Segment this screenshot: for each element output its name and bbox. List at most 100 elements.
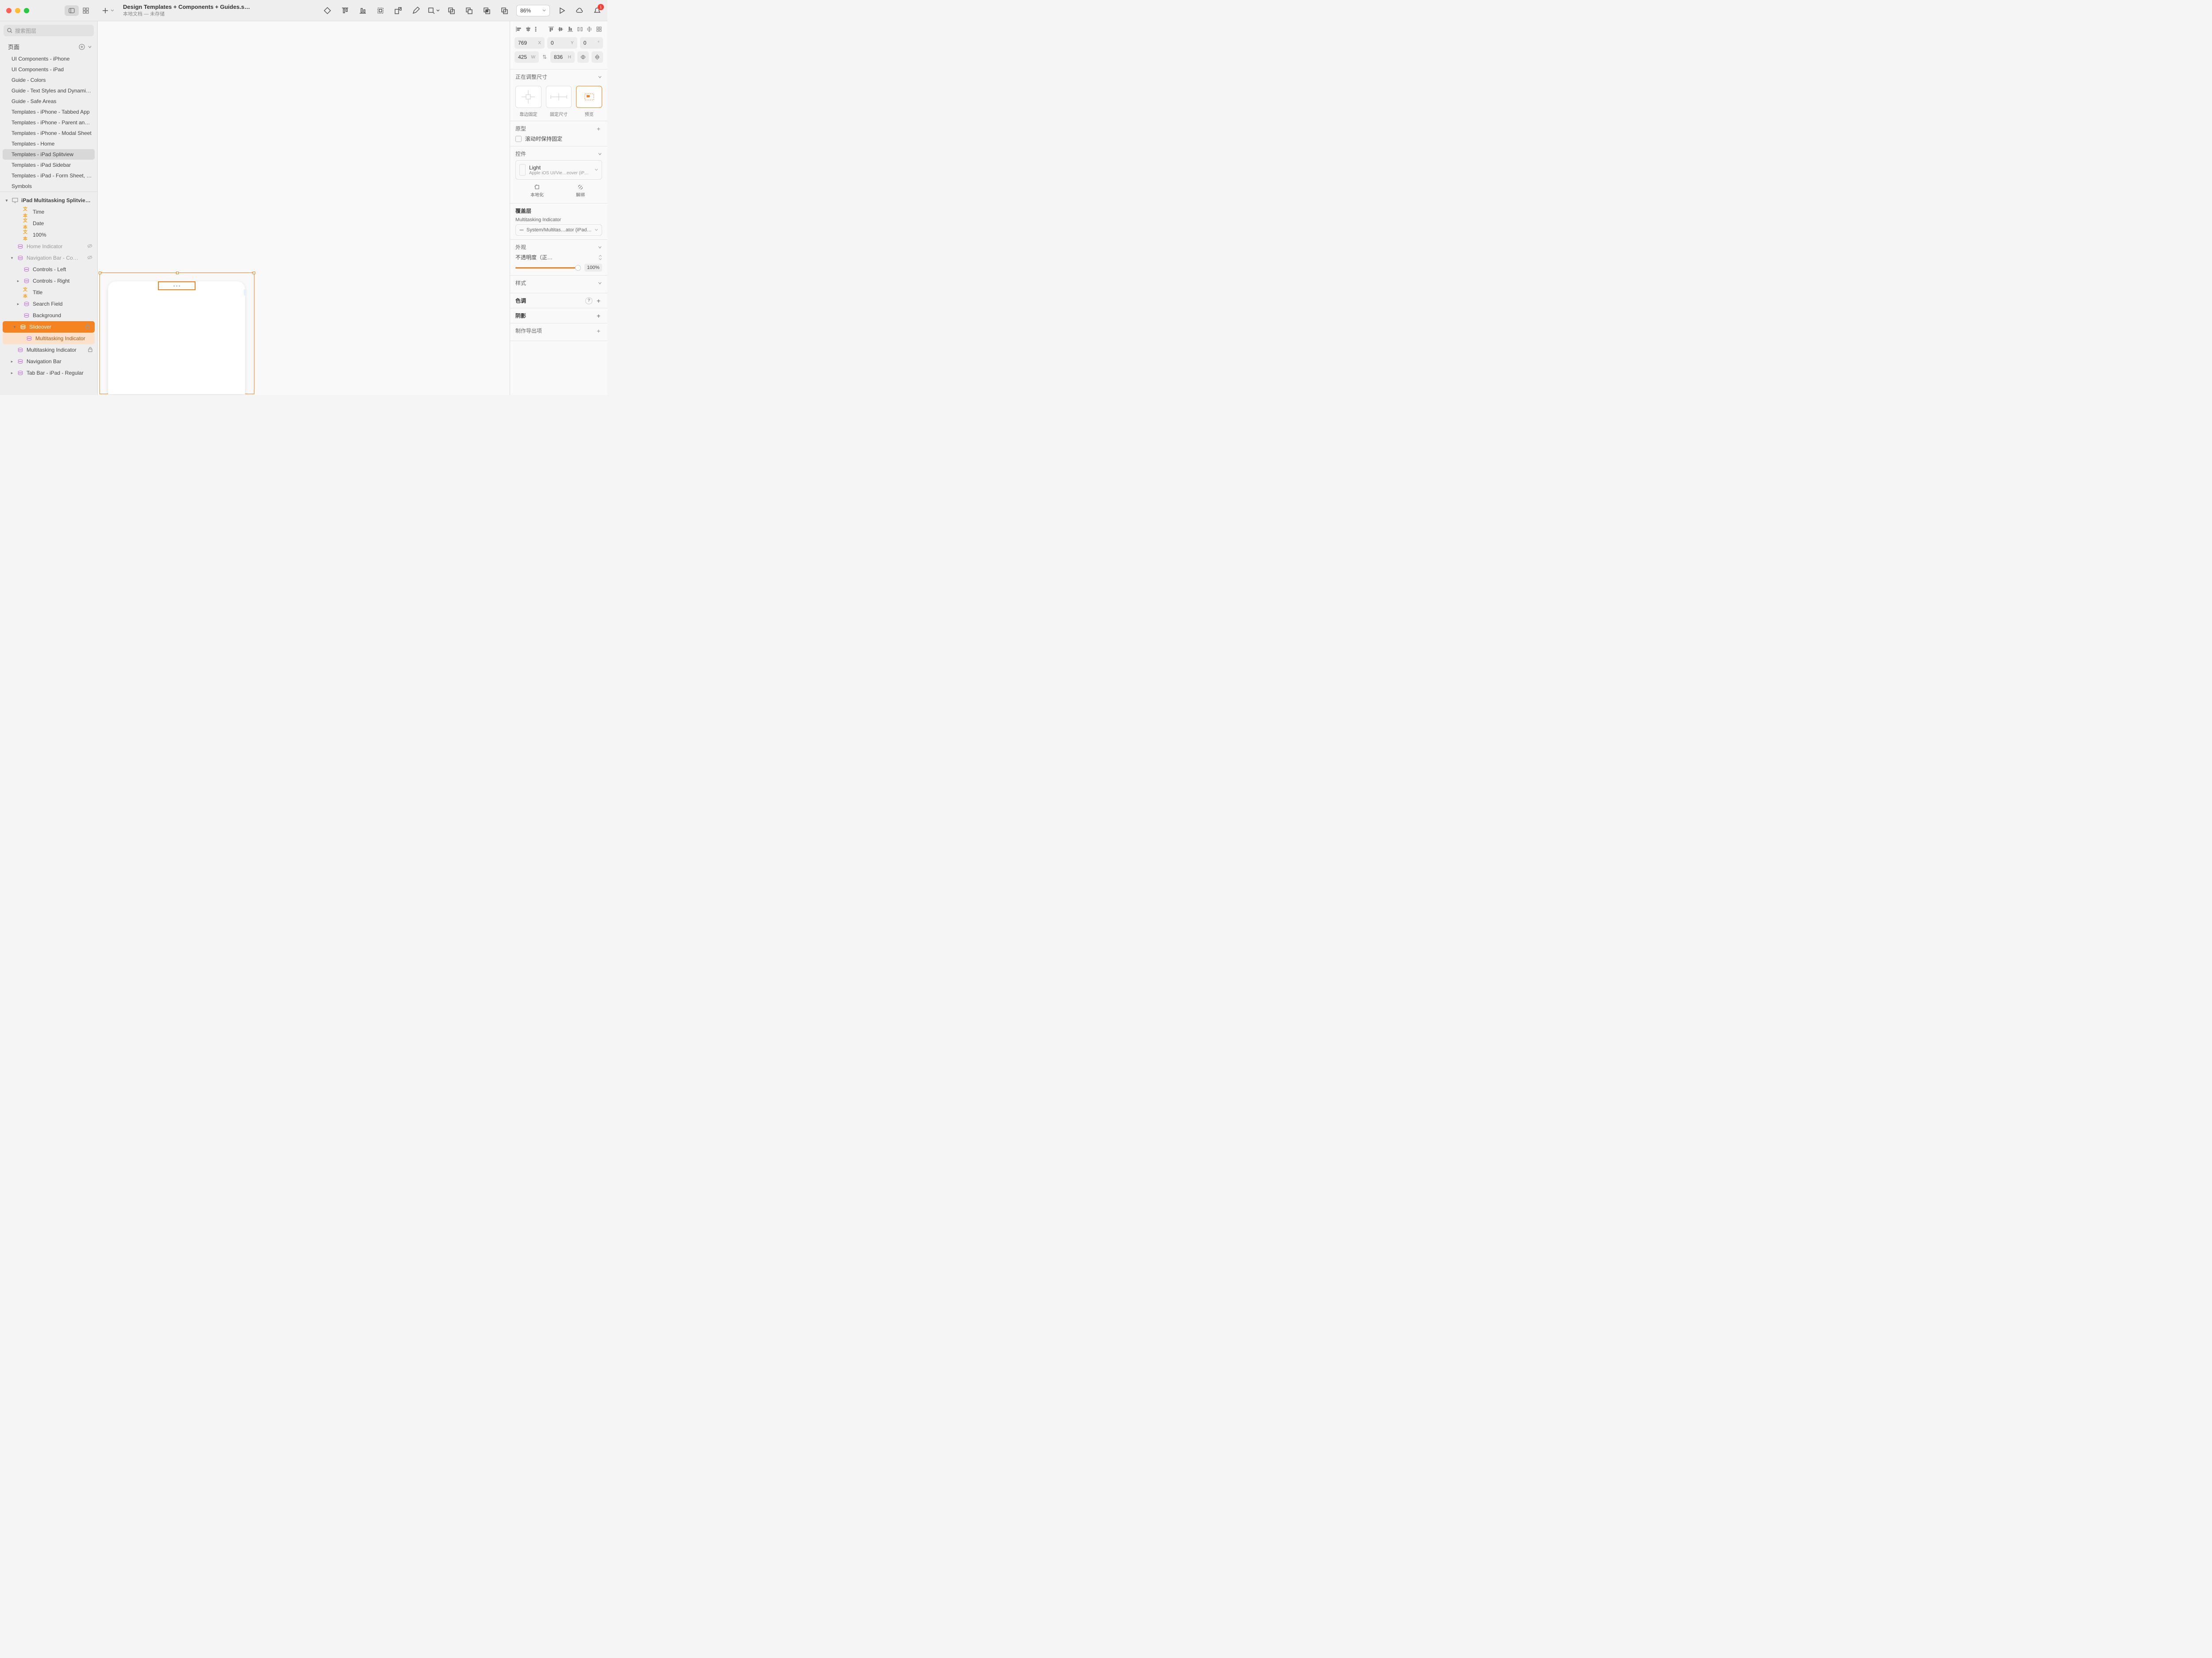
create-symbol-icon[interactable] [322, 5, 333, 16]
distribute-v-icon[interactable] [586, 25, 594, 34]
add-prototype-icon[interactable]: + [595, 125, 602, 132]
page-item[interactable]: Symbols [0, 181, 97, 192]
layer-row[interactable]: ▾Navigation Bar - Co… [0, 252, 97, 264]
fullscreen-window[interactable] [24, 8, 29, 13]
override-name: Multitasking Indicator [515, 217, 602, 223]
flip-v-icon[interactable] [591, 51, 603, 63]
align-vcenter-icon[interactable] [557, 25, 565, 34]
localize-button[interactable]: 本地化 [515, 182, 559, 200]
search-placeholder: 搜索图层 [15, 27, 36, 35]
preview-icon[interactable] [556, 5, 568, 16]
left-sidebar: 搜索图层 页面 UI Components - iPhoneUI Compone… [0, 21, 97, 395]
h-input[interactable]: 836H [550, 51, 575, 63]
page-item[interactable]: Guide - Text Styles and Dynamic… [0, 85, 97, 96]
align-left-icon[interactable] [515, 25, 522, 34]
page-item[interactable]: Templates - iPad Sidebar [0, 160, 97, 170]
zoom-select[interactable]: 86% [516, 5, 550, 16]
canvas[interactable] [97, 21, 510, 395]
layer-row[interactable]: 文本Time [0, 206, 97, 218]
w-input[interactable]: 425W [515, 51, 539, 63]
page-item[interactable]: UI Components - iPad [0, 64, 97, 75]
layer-row[interactable]: 文本Title [0, 287, 97, 298]
close-window[interactable] [6, 8, 12, 13]
x-input[interactable]: 769X [515, 37, 545, 49]
collapse-pages-icon[interactable] [88, 45, 92, 49]
layer-row[interactable]: Background [0, 310, 97, 321]
add-tint-icon[interactable]: + [595, 297, 602, 304]
union-icon[interactable] [445, 5, 457, 16]
align-bottom-icon2[interactable] [566, 25, 574, 34]
flip-h-icon[interactable] [577, 51, 589, 63]
align-bottom-icon[interactable] [357, 5, 369, 16]
sidebar-components-toggle[interactable] [79, 5, 93, 16]
add-shadow-icon[interactable]: + [595, 312, 602, 319]
layer-row[interactable]: Controls - Left [0, 264, 97, 275]
opacity-slider[interactable] [515, 267, 581, 269]
page-item[interactable]: Templates - Home [0, 138, 97, 149]
overrides-header: 覆盖层 [515, 207, 602, 215]
y-input[interactable]: 0Y [547, 37, 577, 49]
page-item[interactable]: Templates - iPad - Form Sheet, Pa… [0, 170, 97, 181]
minimize-window[interactable] [15, 8, 20, 13]
preview-card[interactable] [576, 86, 602, 108]
layer-row[interactable]: ▸Tab Bar - iPad - Regular [0, 367, 97, 379]
edit-icon[interactable] [410, 5, 422, 16]
layer-row[interactable]: ▸Search Field [0, 298, 97, 310]
page-item[interactable]: Templates - iPhone - Tabbed App [0, 107, 97, 117]
fix-on-scroll-checkbox[interactable]: 滚动时保持固定 [515, 135, 602, 142]
document-title-block[interactable]: Design Templates + Components + Guides.s… [123, 4, 251, 17]
page-item[interactable]: Guide - Colors [0, 75, 97, 85]
window-controls[interactable] [0, 8, 29, 13]
override-value-select[interactable]: System/Multitas…ator (iPad)/Light [515, 224, 602, 236]
align-top-icon2[interactable] [547, 25, 555, 34]
insert-button[interactable] [102, 7, 114, 14]
artboard-header[interactable]: ▾ iPad Multitasking Splitvie… [0, 195, 97, 206]
intersect-icon[interactable] [481, 5, 492, 16]
difference-icon[interactable] [499, 5, 510, 16]
pin-edges-card[interactable] [515, 86, 541, 108]
align-hcenter-icon[interactable] [524, 25, 532, 34]
page-item[interactable]: Templates - iPhone - Modal Sheet [0, 128, 97, 138]
add-page-icon[interactable] [79, 44, 85, 50]
page-item[interactable]: Guide - Safe Areas [0, 96, 97, 107]
notifications-icon[interactable]: 1 [591, 5, 603, 16]
layer-row[interactable]: ▾Slideover [3, 321, 95, 333]
layer-row[interactable]: ▸Controls - Right [0, 275, 97, 287]
layer-row[interactable]: ▸Navigation Bar [0, 356, 97, 367]
layer-row[interactable]: Multitasking Indicator [0, 344, 97, 356]
crop-dropdown-icon[interactable] [428, 5, 439, 16]
blend-mode-stepper[interactable] [599, 255, 602, 260]
group-icon[interactable] [375, 5, 386, 16]
styles-header: 样式 [515, 279, 526, 287]
page-item[interactable]: Templates - iPhone - Parent and… [0, 117, 97, 128]
export-header: 制作导出项 [515, 327, 542, 334]
pages-list: UI Components - iPhoneUI Components - iP… [0, 54, 97, 192]
scale-icon[interactable] [392, 5, 404, 16]
slideover-artboard[interactable] [108, 281, 245, 394]
layer-row[interactable]: 文本100% [0, 229, 97, 241]
layer-row[interactable]: 文本Date [0, 218, 97, 229]
link-wh-icon[interactable]: ⇅ [541, 51, 548, 63]
titlebar: Design Templates + Components + Guides.s… [0, 0, 607, 21]
align-top-icon[interactable] [339, 5, 351, 16]
tidy-icon[interactable] [595, 25, 603, 34]
align-right-icon[interactable] [534, 25, 541, 34]
cloud-icon[interactable] [574, 5, 585, 16]
page-item[interactable]: UI Components - iPhone [0, 54, 97, 64]
rotation-input[interactable]: 0° [580, 37, 603, 49]
page-item[interactable]: Templates - iPad Splitview [3, 149, 95, 160]
layer-row[interactable]: Multitasking Indicator [3, 333, 95, 344]
add-export-icon[interactable]: + [595, 327, 602, 334]
distribute-h-icon[interactable] [576, 25, 584, 34]
sidebar-layers-toggle[interactable] [65, 5, 79, 16]
subtract-icon[interactable] [463, 5, 475, 16]
shadow-header: 阴影 [515, 312, 526, 319]
layer-row[interactable]: Home Indicator [0, 241, 97, 252]
layer-search[interactable]: 搜索图层 [4, 25, 94, 36]
unbind-button[interactable]: 解绑 [559, 182, 602, 200]
symbol-instance-box[interactable]: Light Apple iOS UI/Vie…eover (iPad Only)… [515, 160, 602, 180]
opacity-value[interactable]: 100% [584, 264, 602, 272]
multitasking-indicator-selection[interactable] [158, 281, 196, 290]
fix-size-card[interactable] [546, 86, 572, 108]
tint-help-icon[interactable]: ? [585, 297, 592, 304]
